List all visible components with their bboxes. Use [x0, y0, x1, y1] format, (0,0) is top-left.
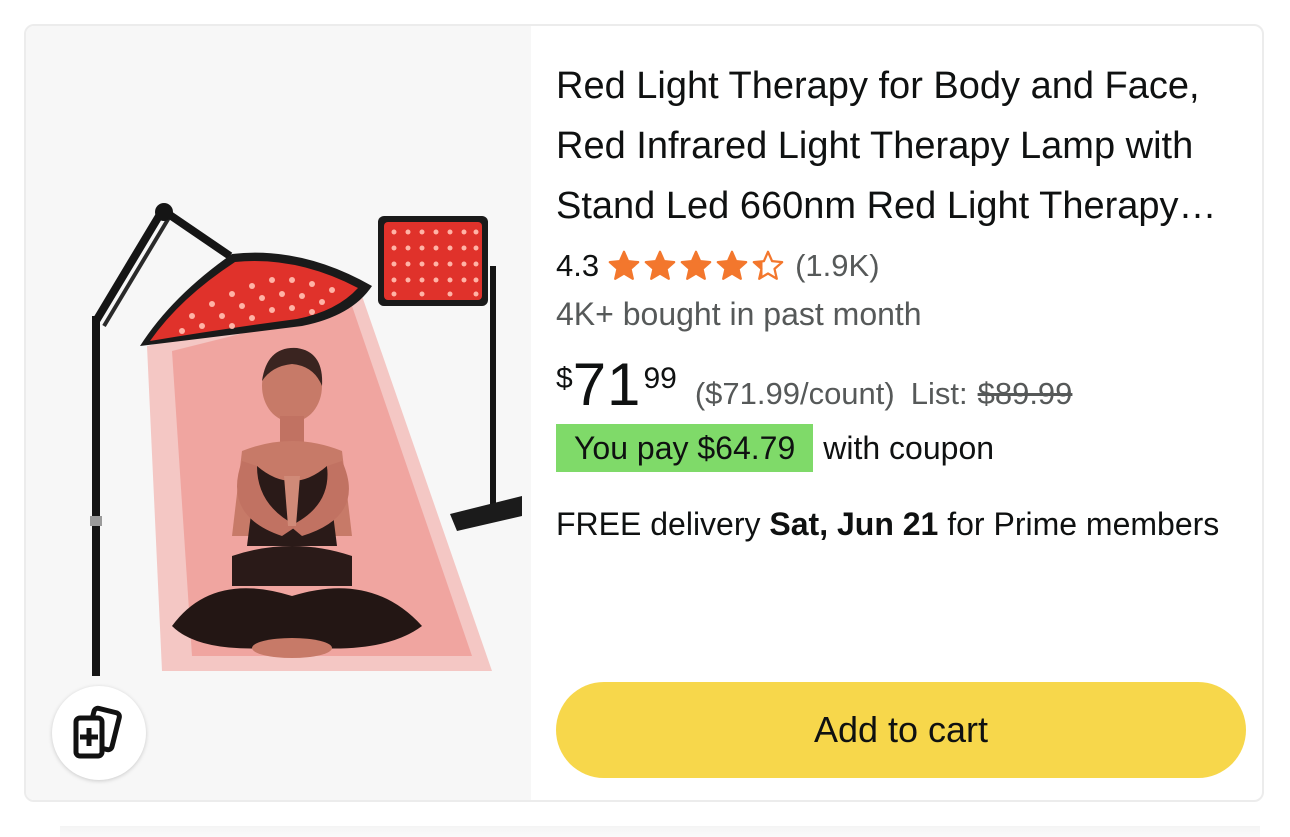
star-full-icon: [716, 250, 748, 280]
product-image-pane[interactable]: [26, 26, 531, 800]
price-whole: 71: [572, 351, 642, 418]
bought-in-past-month: 4K+ bought in past month: [556, 296, 922, 332]
delivery-info: FREE delivery Sat, Jun 21 for Prime memb…: [556, 500, 1246, 548]
star-half-icon: [752, 250, 784, 280]
rating-row[interactable]: 4.3 (1.9K): [556, 244, 1246, 288]
add-to-cart-button[interactable]: Add to cart: [556, 682, 1246, 778]
star-rating: [607, 249, 787, 283]
list-price-label: List:: [910, 376, 968, 411]
price-row: $ 71 99 ($71.99/count) List: $89.99: [556, 354, 1246, 416]
product-card[interactable]: Red Light Therapy for Body and Face, Red…: [24, 24, 1264, 802]
review-count[interactable]: (1.9K): [795, 248, 879, 284]
list-price: $89.99: [977, 376, 1073, 411]
product-info: Red Light Therapy for Body and Face, Red…: [556, 56, 1246, 548]
rating-value: 4.3: [556, 248, 600, 283]
product-title[interactable]: Red Light Therapy for Body and Face, Red…: [556, 56, 1246, 236]
star-full-icon: [680, 250, 712, 280]
delivery-date: Sat, Jun 21: [769, 506, 939, 542]
add-to-compare-icon: [73, 705, 122, 759]
price-symbol: $: [556, 362, 573, 395]
coupon-badge: You pay $64.79: [556, 424, 814, 472]
star-full-icon: [608, 250, 640, 280]
coupon-row: You pay $64.79 with coupon: [556, 424, 1246, 472]
star-full-icon: [644, 250, 676, 280]
next-card-edge: [60, 826, 1260, 837]
unit-price: ($71.99/count): [694, 376, 895, 411]
delivery-prefix: FREE delivery: [556, 506, 761, 542]
coupon-suffix: with coupon: [823, 429, 995, 466]
product-image[interactable]: [52, 176, 522, 676]
price-fraction: 99: [643, 362, 677, 395]
add-to-compare-button[interactable]: [52, 686, 146, 780]
delivery-suffix: for Prime members: [947, 506, 1220, 542]
